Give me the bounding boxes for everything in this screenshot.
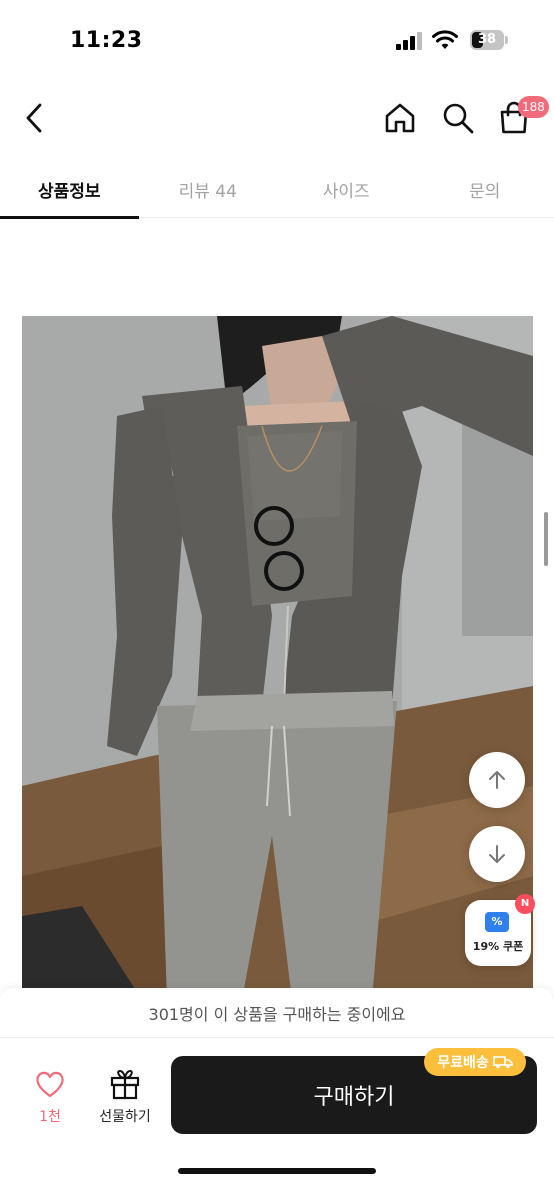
arrow-down-icon: [489, 845, 505, 863]
battery-percent: 38: [477, 32, 497, 47]
gift-button[interactable]: 선물하기: [92, 1068, 158, 1130]
gift-label: 선물하기: [99, 1109, 151, 1125]
buyers-banner: 301명이 이 상품을 구매하는 중이에요: [0, 988, 554, 1038]
tab-size[interactable]: 사이즈: [277, 160, 416, 218]
page-scrollbar[interactable]: [544, 512, 548, 566]
product-image: [22, 316, 533, 1000]
coupon-label: 19% 쿠폰: [472, 940, 524, 953]
new-badge: N: [515, 894, 535, 914]
cart-badge: 188: [518, 96, 549, 118]
search-button[interactable]: [438, 98, 478, 138]
purchase-bar: 301명이 이 상품을 구매하는 중이에요 1천 선물하기 구매하기 무료배송: [0, 988, 554, 1200]
wifi-icon: [432, 30, 458, 50]
app-header: [0, 84, 554, 154]
coupon-icon: %: [485, 912, 509, 932]
scroll-down-button[interactable]: [469, 826, 525, 882]
home-indicator: [178, 1168, 376, 1174]
status-time: 11:23: [70, 28, 143, 53]
battery-icon: 38: [470, 30, 508, 50]
back-button[interactable]: [16, 98, 52, 138]
scroll-up-button[interactable]: [469, 752, 525, 808]
like-count: 1천: [39, 1109, 61, 1125]
status-bar: 11:23 38: [0, 0, 554, 84]
tab-reviews[interactable]: 리뷰 44: [139, 160, 278, 218]
truck-icon: [492, 1056, 513, 1069]
coupon-button[interactable]: % 19% 쿠폰 N: [465, 894, 535, 966]
tab-inquiry[interactable]: 문의: [416, 160, 554, 218]
tab-product-info[interactable]: 상품정보: [0, 160, 139, 219]
arrow-up-icon: [489, 771, 505, 789]
search-icon: [443, 103, 474, 134]
product-tabs: 상품정보 리뷰 44 사이즈 문의: [0, 160, 554, 219]
home-icon: [385, 103, 415, 133]
like-button[interactable]: 1천: [22, 1070, 78, 1130]
signal-icon: [396, 32, 422, 50]
free-shipping-label: 무료배송: [437, 1055, 489, 1071]
back-icon: [26, 103, 42, 133]
heart-icon: [36, 1071, 64, 1098]
gift-icon: [110, 1069, 140, 1100]
free-shipping-badge: 무료배송: [424, 1048, 526, 1076]
home-button[interactable]: [380, 98, 420, 138]
